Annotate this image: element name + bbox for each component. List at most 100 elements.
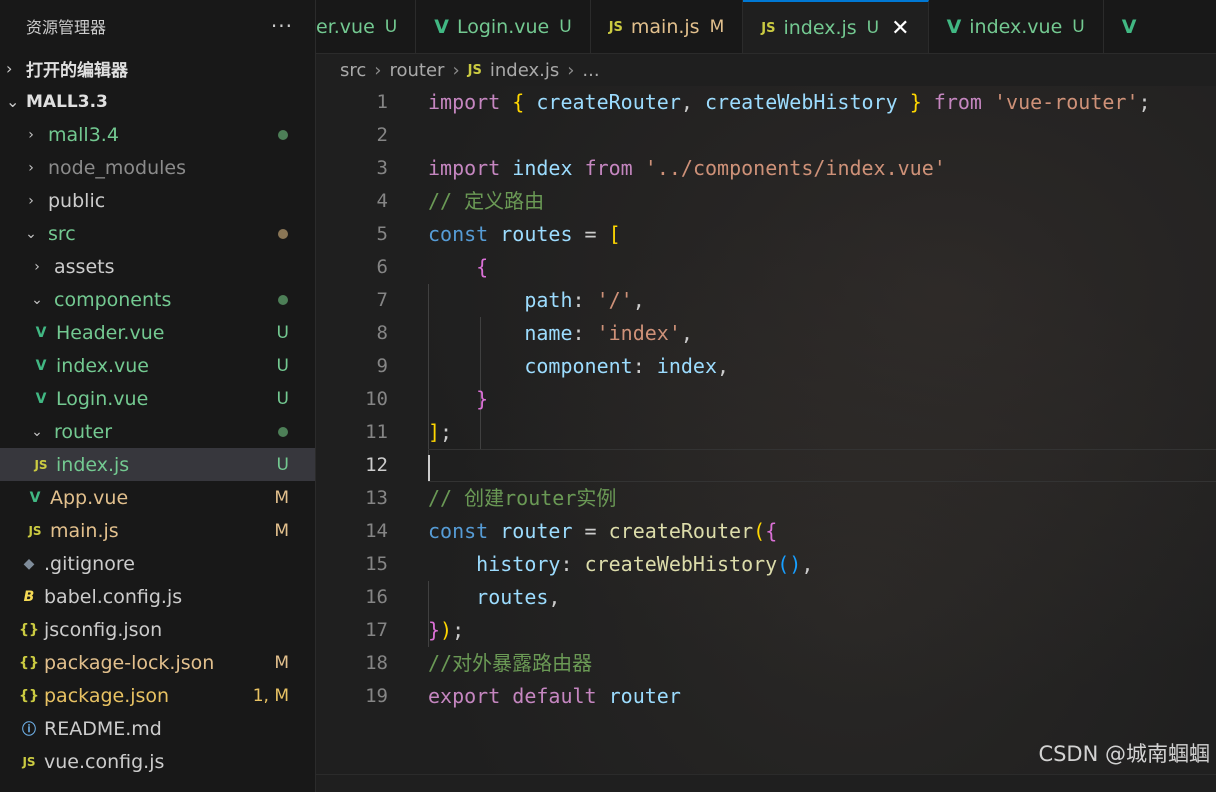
code-line[interactable]: const router = createRouter({ [428, 515, 1216, 548]
tree-item-label: main.js [50, 519, 119, 542]
tree-file[interactable]: Bbabel.config.js [0, 580, 315, 613]
chevron-down-icon: ⌄ [25, 225, 37, 242]
code-token: createWebHistory [704, 90, 898, 114]
code-line[interactable]: export default router [428, 680, 1216, 713]
code-token: createWebHistory [584, 552, 778, 576]
git-file-icon: ◆ [23, 555, 35, 572]
chevron-right-icon: › [6, 59, 13, 78]
code-line[interactable]: { [428, 251, 1216, 284]
js-file-icon: JS [22, 754, 36, 769]
file-tree: › mall3.4 › node_modules › public ⌄ src › assets ⌄… [0, 118, 315, 778]
tab-label: er.vue [316, 16, 375, 38]
code-line[interactable] [428, 449, 1216, 482]
tree-file[interactable]: ⓘ README.md [0, 712, 315, 745]
line-number: 5 [376, 223, 388, 245]
code-line[interactable]: }); [428, 614, 1216, 647]
code-line[interactable]: //对外暴露路由器 [428, 647, 1216, 680]
editor-tab[interactable]: V Login.vue U [416, 0, 591, 53]
tree-file[interactable]: {} package.json 1, M [0, 679, 315, 712]
open-editors-label: 打开的编辑器 [26, 61, 128, 81]
breadcrumb-symbol[interactable]: ... [582, 60, 599, 81]
code-line[interactable]: ]; [428, 416, 1216, 449]
code-token: , [801, 552, 814, 576]
editor-tab[interactable]: er.vue U [316, 0, 417, 53]
tree-item-label: Login.vue [56, 387, 149, 410]
code-line[interactable]: } [428, 383, 1216, 416]
close-icon[interactable]: ✕ [891, 16, 909, 41]
code-line[interactable]: // 定义路由 [428, 185, 1216, 218]
line-number: 3 [376, 157, 388, 179]
tree-file[interactable]: ◆ .gitignore [0, 547, 315, 580]
code-line[interactable]: name: 'index', [428, 317, 1216, 350]
code-token: 'index' [596, 321, 681, 345]
code-line[interactable]: history: createWebHistory(), [428, 548, 1216, 581]
code-line[interactable] [428, 119, 1216, 152]
tab-status-badge: U [1072, 17, 1085, 37]
js-file-icon: JS [761, 20, 776, 36]
breadcrumb-file[interactable]: index.js [490, 60, 559, 81]
horizontal-scrollbar[interactable] [316, 774, 1216, 792]
tree-file[interactable]: JS vue.config.js [0, 745, 315, 778]
code-line[interactable]: // 创建router实例 [428, 482, 1216, 515]
project-section[interactable]: ⌄ MALL3.3 [0, 85, 315, 118]
code-line[interactable]: const routes = [ [428, 218, 1216, 251]
tree-file[interactable]: {} package-lock.json M [0, 646, 315, 679]
open-editors-section[interactable]: › 打开的编辑器 [0, 52, 315, 85]
tree-file[interactable]: JS main.js M [0, 514, 315, 547]
code-token: , [548, 585, 561, 609]
tree-item-label: .gitignore [44, 552, 135, 575]
line-number: 12 [365, 454, 388, 476]
more-actions-icon[interactable]: ··· [271, 14, 293, 38]
tree-folder[interactable]: › node_modules [0, 151, 315, 184]
tree-folder[interactable]: › public [0, 184, 315, 217]
breadcrumb-src[interactable]: src [340, 60, 366, 81]
tree-file[interactable]: V App.vue M [0, 481, 315, 514]
code-line[interactable]: import { createRouter, createWebHistory … [428, 86, 1216, 119]
explorer-header: 资源管理器 ··· [0, 0, 315, 52]
code-line[interactable]: routes, [428, 581, 1216, 614]
breadcrumb-router[interactable]: router [389, 60, 444, 81]
editor-tab[interactable]: JS main.js M [591, 0, 744, 53]
line-number: 14 [365, 520, 388, 542]
code-editor[interactable]: 1 2 3 4 5 6 7 8 9 10 11 12 13 14 15 16 17 18 19 import { c… [316, 86, 1216, 774]
editor-tab[interactable]: Vindex.vue U [929, 0, 1104, 53]
code-area[interactable]: import { createRouter, createWebHistory … [428, 86, 1216, 713]
tree-file[interactable]: {} jsconfig.json [0, 613, 315, 646]
chevron-right-icon: › [28, 192, 34, 209]
code-token: ( [753, 519, 766, 543]
tree-file[interactable]: JS index.js U [0, 448, 315, 481]
git-status-badge: M [274, 520, 289, 541]
line-number: 2 [376, 124, 388, 146]
code-line[interactable]: import index from '../components/index.v… [428, 152, 1216, 185]
tree-folder[interactable]: ⌄ src [0, 217, 315, 250]
tree-folder[interactable]: › assets [0, 250, 315, 283]
tree-folder[interactable]: ⌄ components [0, 283, 315, 316]
tree-item-label: mall3.4 [48, 123, 119, 146]
json-file-icon: {} [19, 687, 39, 704]
editor-tabs: er.vue U V Login.vue U JS main.js M JS index.js U ✕… [316, 0, 1216, 54]
code-line[interactable]: path: '/', [428, 284, 1216, 317]
tree-file[interactable]: Vindex.vue U [0, 349, 315, 382]
code-token: routes [476, 585, 549, 609]
code-token: { [512, 90, 525, 114]
tree-file[interactable]: V Login.vue U [0, 382, 315, 415]
code-line[interactable]: component: index, [428, 350, 1216, 383]
tree-file[interactable]: V Header.vue U [0, 316, 315, 349]
tree-folder[interactable]: › mall3.4 [0, 118, 315, 151]
code-token: [ [608, 222, 621, 246]
tree-folder[interactable]: ⌄ router [0, 415, 315, 448]
editor-tab[interactable]: JS index.js U ✕ [743, 0, 929, 53]
code-token: import [428, 156, 501, 180]
editor-tab[interactable]: V [1104, 0, 1163, 53]
line-number: 9 [376, 355, 388, 377]
